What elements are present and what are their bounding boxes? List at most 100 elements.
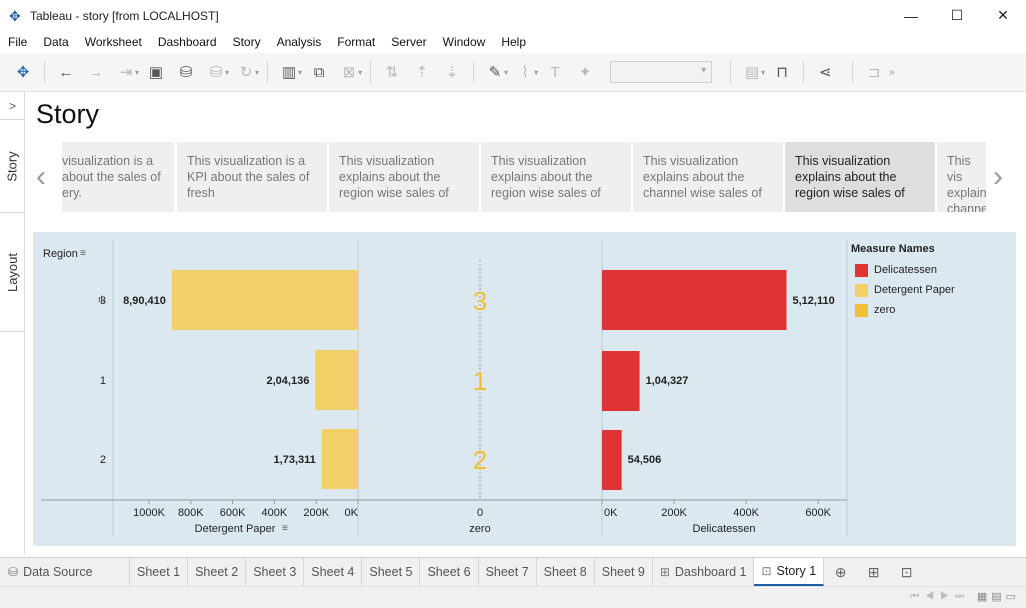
tableau-home-icon[interactable]: ✥: [8, 57, 38, 87]
new-dashboard-icon[interactable]: ⊞: [857, 558, 890, 586]
story-point[interactable]: This vis explain channe: [937, 142, 986, 212]
tab-sheet[interactable]: Sheet 1: [130, 558, 189, 586]
legend-swatch: [855, 263, 868, 277]
story-point[interactable]: visualization is a about the sales of er…: [62, 142, 174, 212]
menu-window[interactable]: Window: [435, 35, 494, 49]
menu-format[interactable]: Format: [329, 35, 383, 49]
data-label: 2,04,136: [267, 375, 310, 387]
new-datasource-icon[interactable]: ⛁: [171, 57, 201, 87]
legend-label: zero: [874, 304, 896, 316]
sort-icon: ≡: [282, 523, 288, 534]
tab-sheet[interactable]: Sheet 9: [595, 558, 653, 586]
view-toggle-icon[interactable]: ▦▤▭: [977, 590, 1020, 603]
side-tab-layout[interactable]: Layout: [0, 214, 25, 332]
swap-icon[interactable]: ⇅: [377, 57, 407, 87]
menu-worksheet[interactable]: Worksheet: [77, 35, 150, 49]
chevron-down-icon[interactable]: ▾: [298, 68, 302, 77]
menu-server[interactable]: Server: [383, 35, 434, 49]
share-icon[interactable]: ⋖: [810, 57, 840, 87]
menu-file[interactable]: File: [0, 35, 35, 49]
story-point[interactable]: This visualization explains about the re…: [481, 142, 631, 212]
row-label: 1: [100, 375, 106, 387]
side-tab-story[interactable]: Story: [0, 121, 25, 213]
presentation-icon[interactable]: ⊓: [767, 57, 797, 87]
pin-icon[interactable]: ✦: [570, 57, 600, 87]
bar-detergent-paper: [321, 429, 358, 489]
label-icon[interactable]: T: [540, 57, 570, 87]
row-label: 2: [100, 454, 106, 466]
chevron-down-icon[interactable]: ▾: [135, 68, 139, 77]
legend-item[interactable]: Detergent Paper: [851, 280, 1011, 300]
window-title: Tableau - story [from LOCALHOST]: [30, 8, 219, 23]
tab-data-source[interactable]: ⛁ Data Source: [0, 558, 130, 586]
tab-sheet[interactable]: Sheet 8: [537, 558, 595, 586]
tab-story[interactable]: ⊡ Story 1: [754, 558, 825, 586]
story-point[interactable]: This visualization explains about the re…: [329, 142, 479, 212]
tab-sheet[interactable]: Sheet 5: [362, 558, 421, 586]
row-header: Region: [43, 248, 78, 260]
story-point[interactable]: This visualization explains about the ch…: [633, 142, 783, 212]
data-label: 54,506: [628, 454, 662, 466]
duplicate-icon[interactable]: ⧉: [304, 57, 334, 87]
chevron-down-icon[interactable]: ▾: [225, 68, 229, 77]
new-story-icon[interactable]: ⊡: [890, 558, 923, 586]
title-bar: ✥ Tableau - story [from LOCALHOST] — ☐ ✕: [0, 0, 1026, 31]
pane-icon[interactable]: ⊐: [859, 57, 889, 87]
fit-dropdown[interactable]: [610, 61, 713, 83]
legend-item[interactable]: Delicatessen: [851, 260, 1011, 280]
tick-label: 200K: [661, 507, 687, 519]
menu-data[interactable]: Data: [35, 35, 76, 49]
data-label: 8,90,410: [123, 295, 166, 307]
chevron-left-icon[interactable]: ‹: [36, 160, 46, 194]
overflow-icon[interactable]: »: [889, 67, 895, 78]
legend-item[interactable]: zero: [851, 300, 1011, 320]
tab-sheet[interactable]: Sheet 7: [479, 558, 537, 586]
menu-help[interactable]: Help: [493, 35, 534, 49]
menu-story[interactable]: Story: [225, 35, 269, 49]
axis-title: zero: [469, 523, 490, 535]
minimize-button[interactable]: —: [888, 0, 934, 31]
zero-mark-label: 2: [473, 445, 487, 475]
database-icon: ⛁: [8, 565, 19, 579]
tab-sheet[interactable]: Sheet 3: [246, 558, 305, 586]
visualization: Region ≡ ıl. 3 1 2 8,90,410 2,04,136 1,73,311 3 1 2…: [33, 232, 1016, 546]
tab-sheet[interactable]: Sheet 2: [188, 558, 247, 586]
chevron-right-icon[interactable]: ›: [993, 160, 1003, 194]
expand-icon[interactable]: >: [0, 92, 25, 120]
tick-label: 200K: [303, 507, 329, 519]
tick-label: 1000K: [133, 507, 165, 519]
data-label: 1,73,311: [274, 454, 316, 466]
undo-icon[interactable]: ←: [51, 57, 81, 87]
new-worksheet-icon[interactable]: ⊕: [824, 558, 857, 586]
chevron-down-icon[interactable]: ▾: [255, 68, 259, 77]
status-bar: ⏮◀▶⏭ ▦▤▭: [0, 586, 1026, 608]
tab-dashboard[interactable]: ⊞ Dashboard 1: [653, 558, 755, 586]
chevron-down-icon[interactable]: ▾: [358, 68, 362, 77]
story-point[interactable]: This visualization is a KPI about the sa…: [177, 142, 327, 212]
tab-sheet[interactable]: Sheet 6: [420, 558, 479, 586]
tick-label: 400K: [262, 507, 288, 519]
toolbar: ✥ ← → ⇥ ▾ ▣ ⛁ ⛁ ▾ ↻ ▾ ▥ ▾ ⧉ ⊠ ▾ ⇅ ⇡ ⇣ ✎ …: [0, 53, 1026, 92]
bar-delicatessen: [602, 351, 640, 411]
menu-dashboard[interactable]: Dashboard: [150, 35, 225, 49]
zero-mark-label: 3: [473, 286, 487, 316]
row-label: 3: [100, 295, 106, 307]
legend-label: Detergent Paper: [874, 284, 955, 296]
tab-sheet[interactable]: Sheet 4: [304, 558, 363, 586]
sort-descending-icon[interactable]: ⇣: [437, 57, 467, 87]
chevron-down-icon[interactable]: ▾: [504, 68, 508, 77]
axis-title: Delicatessen: [693, 523, 756, 535]
story-point-active[interactable]: This visualization explains about the re…: [785, 142, 935, 212]
save-icon[interactable]: ▣: [141, 57, 171, 87]
maximize-button[interactable]: ☐: [934, 0, 980, 31]
close-button[interactable]: ✕: [980, 0, 1026, 31]
tick-label: 0K: [604, 507, 618, 519]
sort-ascending-icon[interactable]: ⇡: [407, 57, 437, 87]
side-tab-label: Story: [5, 151, 20, 182]
menu-analysis[interactable]: Analysis: [269, 35, 330, 49]
axis-title: Detergent Paper: [195, 523, 276, 535]
chevron-down-icon[interactable]: ▾: [761, 68, 765, 77]
sheet-navigation-icon[interactable]: ⏮◀▶⏭: [910, 591, 970, 602]
chevron-down-icon[interactable]: ▾: [534, 68, 538, 77]
redo-icon[interactable]: →: [81, 57, 111, 87]
